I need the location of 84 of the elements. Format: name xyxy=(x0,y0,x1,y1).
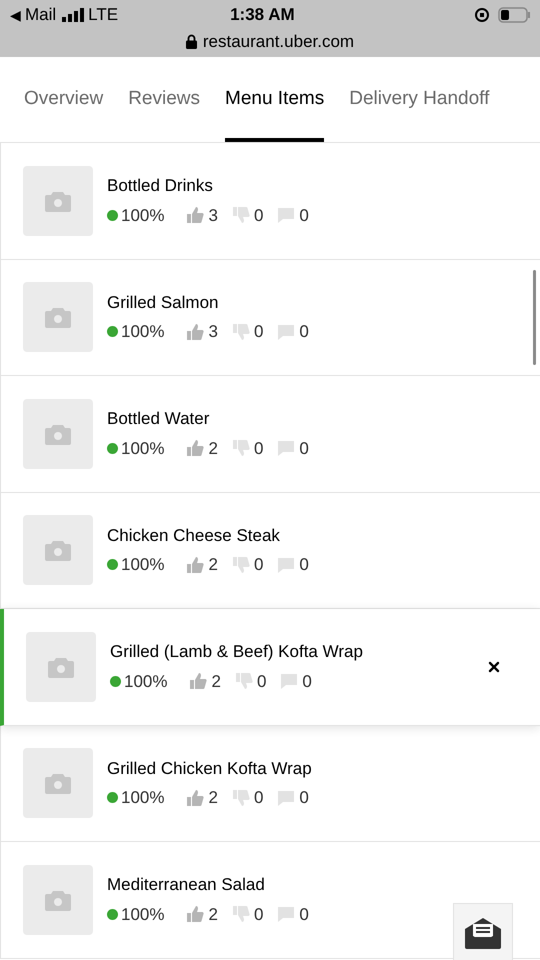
thumbs-down-icon xyxy=(232,788,250,807)
thumbs-down-icon xyxy=(232,439,250,458)
rating-text: 100% xyxy=(121,440,164,457)
rating-text: 100% xyxy=(121,556,164,574)
comment-icon xyxy=(277,788,296,807)
thumbs-down-icon xyxy=(232,322,250,341)
thumbs-down-icon xyxy=(234,672,253,690)
comment-icon xyxy=(277,556,296,574)
menu-item-row[interactable]: Bottled Drinks 100% 3 0 0 xyxy=(0,143,540,260)
rating-text: 100% xyxy=(124,672,168,690)
item-name: Chicken Cheese Steak xyxy=(107,526,281,544)
menu-item-row[interactable]: Chicken Cheese Steak 100% 2 0 0 xyxy=(0,492,540,609)
battery-icon xyxy=(498,7,530,23)
tab[interactable]: Reviews xyxy=(128,57,200,142)
camera-icon xyxy=(45,888,71,911)
item-name: Mediterranean Salad xyxy=(107,876,266,894)
menu-item-row[interactable]: Mediterranean Salad 100% 2 0 0 xyxy=(0,842,540,958)
comment-icon xyxy=(280,672,298,690)
dislikes-count: 0 xyxy=(254,323,264,340)
item-name: Bottled Drinks xyxy=(107,177,214,194)
thumbs-up-icon xyxy=(189,672,208,690)
item-name: Grilled Salmon xyxy=(107,294,220,311)
likes-count: 2 xyxy=(208,789,218,806)
tab[interactable]: Overview xyxy=(24,57,104,142)
likes-count: 2 xyxy=(208,556,218,574)
thumbs-down-icon xyxy=(232,556,250,574)
rotation-lock-icon xyxy=(474,7,490,23)
comments-count: 0 xyxy=(299,556,309,574)
thumbs-up-icon xyxy=(186,788,204,807)
menu-item-row[interactable]: Grilled Salmon 100% 3 0 0 xyxy=(0,260,540,376)
back-app-label[interactable]: Mail xyxy=(25,2,56,28)
rating-text: 100% xyxy=(121,906,164,923)
thumbs-up-icon xyxy=(186,206,204,224)
comments-count: 0 xyxy=(299,440,309,457)
thumbs-down-icon xyxy=(232,206,250,224)
comment-icon xyxy=(277,439,296,458)
network-label: LTE xyxy=(88,4,118,26)
comments-count: 0 xyxy=(302,672,312,690)
menu-item-row[interactable]: Grilled (Lamb & Beef) Kofta Wrap 100% 2 0 0 xyxy=(0,609,540,726)
dislikes-count: 0 xyxy=(254,556,264,574)
thumbs-up-icon xyxy=(186,556,204,574)
dislikes-count: 0 xyxy=(254,906,264,923)
thumbs-down-icon xyxy=(232,905,250,924)
thumbs-up-icon xyxy=(186,905,204,924)
dislikes-count: 0 xyxy=(256,672,266,690)
thumbs-up-icon xyxy=(186,439,204,458)
likes-count: 2 xyxy=(208,906,218,923)
camera-icon xyxy=(45,539,71,562)
item-name: Grilled (Lamb & Beef) Kofta Wrap xyxy=(110,643,364,660)
comments-count: 0 xyxy=(299,906,309,923)
envelope-icon xyxy=(465,917,501,949)
comments-count: 0 xyxy=(299,323,309,340)
likes-count: 3 xyxy=(208,323,218,340)
item-name: Bottled Water xyxy=(107,410,210,428)
lock-icon xyxy=(186,34,197,50)
rating-text: 100% xyxy=(121,789,164,806)
camera-icon xyxy=(48,656,74,678)
comment-icon xyxy=(277,905,296,924)
back-arrow[interactable]: ◀ xyxy=(10,4,21,26)
menu-item-row[interactable]: Bottled Water 100% 2 0 0 xyxy=(0,376,540,492)
comment-icon xyxy=(277,322,296,341)
dislikes-count: 0 xyxy=(254,789,264,806)
comments-count: 0 xyxy=(299,206,309,224)
likes-count: 3 xyxy=(208,206,218,224)
clock: 1:38 AM xyxy=(230,4,295,26)
comment-icon xyxy=(277,206,296,224)
likes-count: 2 xyxy=(208,440,218,457)
camera-icon xyxy=(45,306,71,328)
camera-icon xyxy=(45,422,71,445)
signal-icon xyxy=(62,8,84,22)
camera-icon xyxy=(45,190,71,212)
url-text[interactable]: restaurant.uber.com xyxy=(202,29,354,54)
dislikes-count: 0 xyxy=(254,440,264,457)
thumbs-up-icon xyxy=(186,322,204,341)
camera-icon xyxy=(45,772,71,794)
rating-text: 100% xyxy=(121,206,164,224)
rating-text: 100% xyxy=(121,323,164,340)
menu-item-row[interactable]: Grilled Chicken Kofta Wrap 100% 2 0 0 xyxy=(0,726,540,842)
comments-count: 0 xyxy=(299,789,309,806)
dislikes-count: 0 xyxy=(254,206,264,224)
item-name: Grilled Chicken Kofta Wrap xyxy=(107,760,313,777)
tab[interactable]: Delivery Handoff xyxy=(349,57,490,142)
messages-button[interactable] xyxy=(453,903,513,960)
likes-count: 2 xyxy=(211,672,221,690)
